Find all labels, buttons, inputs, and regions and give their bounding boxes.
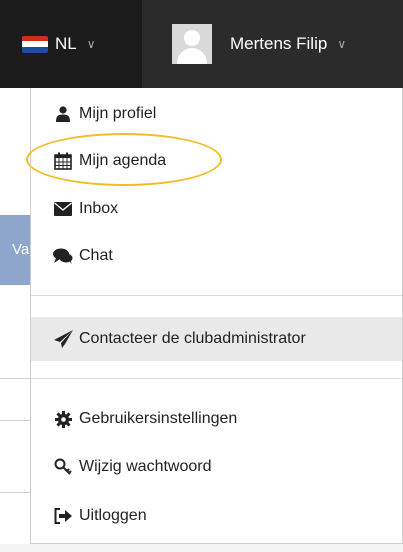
chevron-down-icon: ∨ [86, 37, 96, 51]
logout-icon [53, 507, 73, 525]
background-button: Va [0, 215, 30, 285]
background-divider [0, 378, 30, 379]
menu-item-label: Uitloggen [79, 507, 147, 524]
menu-divider [31, 295, 402, 296]
chat-bubbles-icon [53, 247, 73, 265]
avatar [172, 24, 212, 64]
chevron-down-icon: ∨ [337, 37, 347, 51]
menu-item-wijzig-wachtwoord[interactable]: Wijzig wachtwoord [31, 445, 402, 489]
menu-item-uitloggen[interactable]: Uitloggen [31, 494, 402, 538]
envelope-icon [53, 200, 73, 218]
top-navigation-bar: NL ∨ Mertens Filip ∨ [0, 0, 403, 88]
highlight-circle [26, 133, 222, 186]
netherlands-flag-icon [22, 35, 48, 53]
menu-divider [31, 378, 402, 379]
background-divider [0, 492, 30, 493]
key-icon [53, 458, 73, 476]
user-menu-toggle[interactable]: Mertens Filip ∨ [142, 0, 403, 88]
background-divider [0, 420, 30, 421]
menu-item-mijn-profiel[interactable]: Mijn profiel [31, 92, 402, 136]
user-icon [53, 105, 73, 123]
language-selector[interactable]: NL ∨ [0, 0, 142, 88]
user-name: Mertens Filip [230, 34, 328, 53]
menu-item-label: Inbox [79, 200, 119, 217]
menu-item-label: Chat [79, 247, 113, 264]
language-label: NL [55, 34, 77, 53]
menu-item-label: Wijzig wachtwoord [79, 458, 212, 475]
menu-item-inbox[interactable]: Inbox [31, 187, 402, 231]
gear-icon [53, 410, 73, 428]
menu-item-contacteer-clubadministrator[interactable]: Contacteer de clubadministrator [31, 317, 402, 361]
menu-item-chat[interactable]: Chat [31, 234, 402, 278]
send-icon [53, 330, 73, 348]
menu-item-label: Gebruikersinstellingen [79, 410, 238, 427]
menu-item-gebruikersinstellingen[interactable]: Gebruikersinstellingen [31, 397, 402, 441]
menu-item-label: Contacteer de clubadministrator [79, 330, 306, 347]
background-page [0, 544, 403, 552]
menu-item-label: Mijn profiel [79, 105, 157, 122]
